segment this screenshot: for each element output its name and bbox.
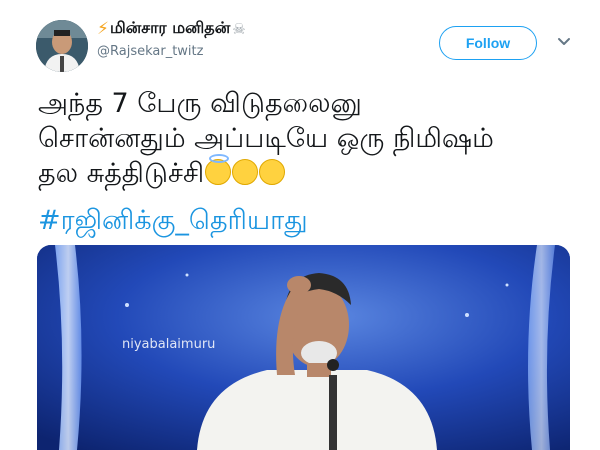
tweet-line-with-emojis: தல சுத்திடுச்சி	[38, 154, 578, 191]
crying-laughing-emoji	[259, 159, 286, 185]
avatar[interactable]	[36, 20, 88, 72]
crying-laughing-emoji	[232, 159, 259, 185]
halo-face-emoji	[205, 154, 232, 185]
skull-crossbones-icon: ☠	[232, 19, 246, 38]
chevron-down-icon[interactable]	[556, 34, 572, 50]
tweet-line-text: தல சுத்திடுச்சி	[38, 158, 205, 189]
media-watermark: niyabalaimuru	[122, 337, 216, 352]
tweet-text: அந்த 7 பேரு விடுதலைனு சொன்னதும் அப்படியே…	[38, 86, 578, 191]
tweet-line: அந்த 7 பேரு விடுதலைனு	[38, 88, 362, 119]
follow-button[interactable]: Follow	[439, 26, 537, 60]
tweet-line: சொன்னதும் அப்படியே ஒரு நிமிஷம்	[38, 123, 494, 154]
tweet-media-image[interactable]: niyabalaimuru	[37, 245, 570, 450]
tweet-header: ⚡ மின்சார மனிதன் ☠ @Rajsekar_twitz Follo…	[0, 0, 600, 80]
media-photo	[37, 245, 570, 450]
hashtag-link[interactable]: #ரஜினிக்கு_தெரியாது	[38, 203, 308, 238]
lightning-icon: ⚡	[97, 18, 109, 39]
user-handle[interactable]: @Rajsekar_twitz	[97, 44, 203, 59]
display-name-text: மின்சார மனிதன்	[109, 18, 231, 37]
display-name[interactable]: ⚡ மின்சார மனிதன் ☠	[97, 18, 246, 39]
